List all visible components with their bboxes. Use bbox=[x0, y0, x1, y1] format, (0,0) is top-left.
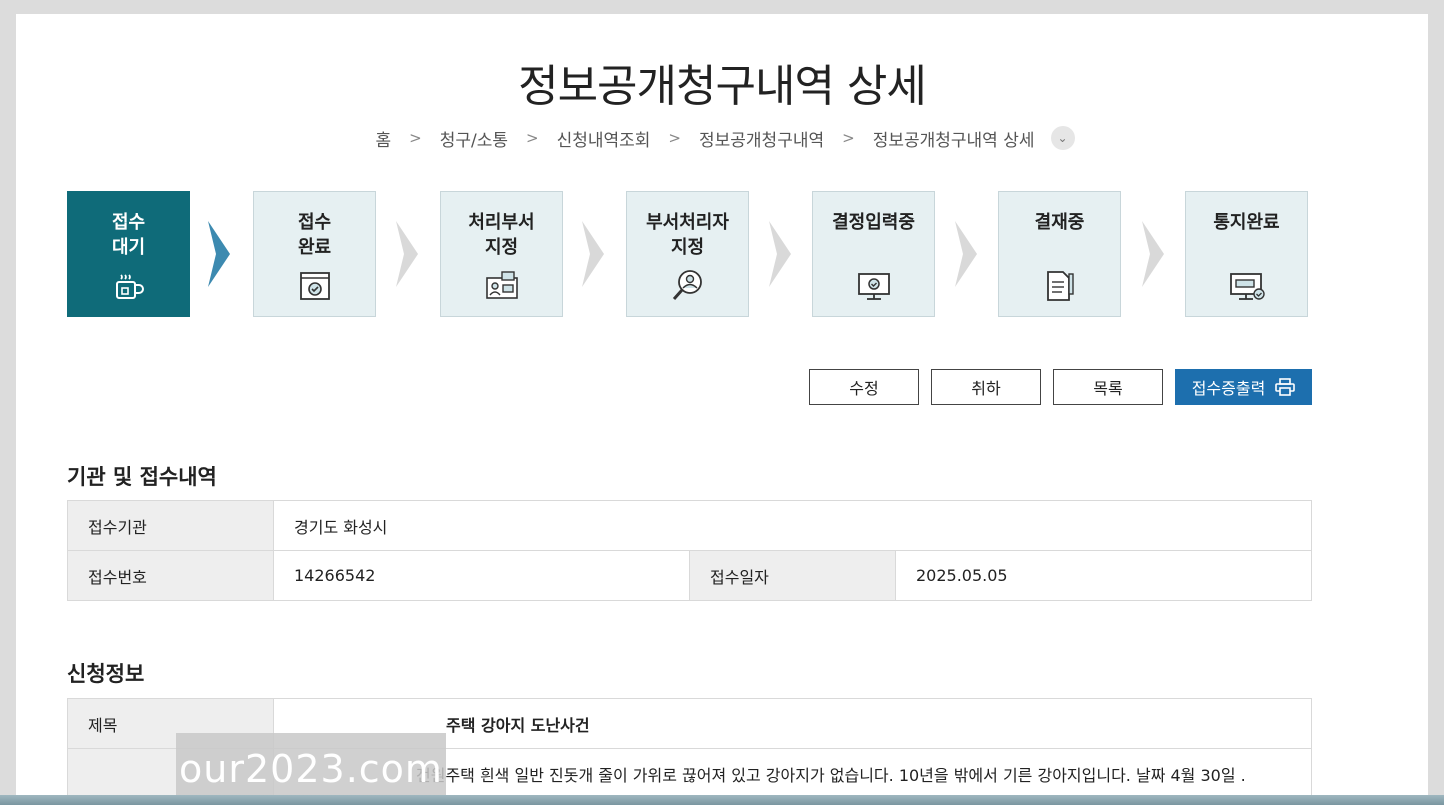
chevron-right-icon: > bbox=[409, 129, 422, 147]
agency-table: 접수기관 경기도 화성시 접수번호 14266542 접수일자 2025.05.… bbox=[67, 500, 1312, 601]
breadcrumb-request[interactable]: 청구/소통 bbox=[434, 126, 514, 151]
chevron-right-icon: > bbox=[668, 129, 681, 147]
page-title: 정보공개청구내역 상세 bbox=[518, 61, 927, 112]
edit-button[interactable]: 수정 bbox=[809, 369, 919, 405]
printer-icon bbox=[1275, 378, 1296, 396]
table-row: 접수번호 14266542 접수일자 2025.05.05 bbox=[67, 550, 1312, 601]
step-arrow-icon bbox=[955, 221, 977, 287]
step-arrow-icon bbox=[582, 221, 604, 287]
step-received-complete: 접수 완료 bbox=[253, 191, 376, 317]
step-arrow-icon bbox=[1142, 221, 1164, 287]
chevron-right-icon: > bbox=[842, 129, 855, 147]
step-notification-complete: 통지완료 bbox=[1185, 191, 1308, 317]
receipt-date-value: 2025.05.05 bbox=[895, 550, 1312, 601]
breadcrumb-home[interactable]: 홈 bbox=[369, 126, 397, 151]
document-pen-icon bbox=[1046, 271, 1074, 301]
step-label: 결정입력중 bbox=[832, 212, 915, 233]
print-receipt-label: 접수증출력 bbox=[1191, 379, 1266, 398]
progress-steps: 접수 대기 접수 완료 처리부서 지정 부서처리자 지정 결정입력중 결재중 통… bbox=[67, 191, 1317, 319]
breadcrumb-history[interactable]: 신청내역조회 bbox=[551, 126, 657, 151]
step-label: 통지완료 bbox=[1213, 212, 1280, 233]
receipt-number-value: 14266542 bbox=[273, 550, 690, 601]
cup-icon bbox=[115, 274, 144, 299]
receipt-date-label: 접수일자 bbox=[689, 550, 896, 601]
chevron-right-icon: > bbox=[526, 129, 539, 147]
breadcrumb-current: 정보공개청구내역 상세 bbox=[872, 130, 1035, 151]
taskbar-strip bbox=[0, 795, 1444, 805]
step-decision-input: 결정입력중 bbox=[812, 191, 935, 317]
action-buttons: 수정 취하 목록 접수증출력 bbox=[809, 369, 1312, 405]
table-row: 접수기관 경기도 화성시 bbox=[67, 500, 1312, 551]
list-button[interactable]: 목록 bbox=[1053, 369, 1163, 405]
window-check-icon bbox=[299, 272, 330, 300]
withdraw-button[interactable]: 취하 bbox=[931, 369, 1041, 405]
step-handler-assigned: 부서처리자 지정 bbox=[626, 191, 749, 317]
request-section-title: 신청정보 bbox=[67, 662, 145, 686]
step-arrow-icon bbox=[396, 221, 418, 287]
step-approval: 결재중 bbox=[998, 191, 1121, 317]
agency-value: 경기도 화성시 bbox=[273, 500, 1312, 551]
monitor-notice-icon bbox=[1229, 273, 1265, 300]
people-monitor-icon bbox=[485, 271, 518, 299]
step-label: 부서처리자 지정 bbox=[646, 212, 729, 258]
page: 정보공개청구내역 상세 홈 > 청구/소통 > 신청내역조회 > 정보공개청구내… bbox=[16, 14, 1428, 805]
receipt-number-label: 접수번호 bbox=[67, 550, 274, 601]
breadcrumb-list[interactable]: 정보공개청구내역 bbox=[693, 126, 830, 151]
step-department-assigned: 처리부서 지정 bbox=[440, 191, 563, 317]
chevron-down-icon[interactable]: ⌄ bbox=[1050, 126, 1075, 150]
monitor-check-icon bbox=[857, 273, 890, 300]
step-label: 접수 대기 bbox=[111, 212, 146, 258]
step-arrow-icon bbox=[208, 221, 230, 287]
person-search-icon bbox=[672, 270, 702, 300]
agency-label: 접수기관 bbox=[67, 500, 274, 551]
step-label: 결재중 bbox=[1034, 212, 1085, 233]
agency-section-title: 기관 및 접수내역 bbox=[67, 465, 217, 489]
step-arrow-icon bbox=[769, 221, 791, 287]
breadcrumb: 홈 > 청구/소통 > 신청내역조회 > 정보공개청구내역 > 정보공개청구내역… bbox=[16, 124, 1428, 152]
step-label: 처리부서 지정 bbox=[468, 212, 535, 258]
step-received-waiting: 접수 대기 bbox=[67, 191, 190, 317]
print-receipt-button[interactable]: 접수증출력 bbox=[1175, 369, 1312, 405]
step-label: 접수 완료 bbox=[297, 212, 332, 258]
